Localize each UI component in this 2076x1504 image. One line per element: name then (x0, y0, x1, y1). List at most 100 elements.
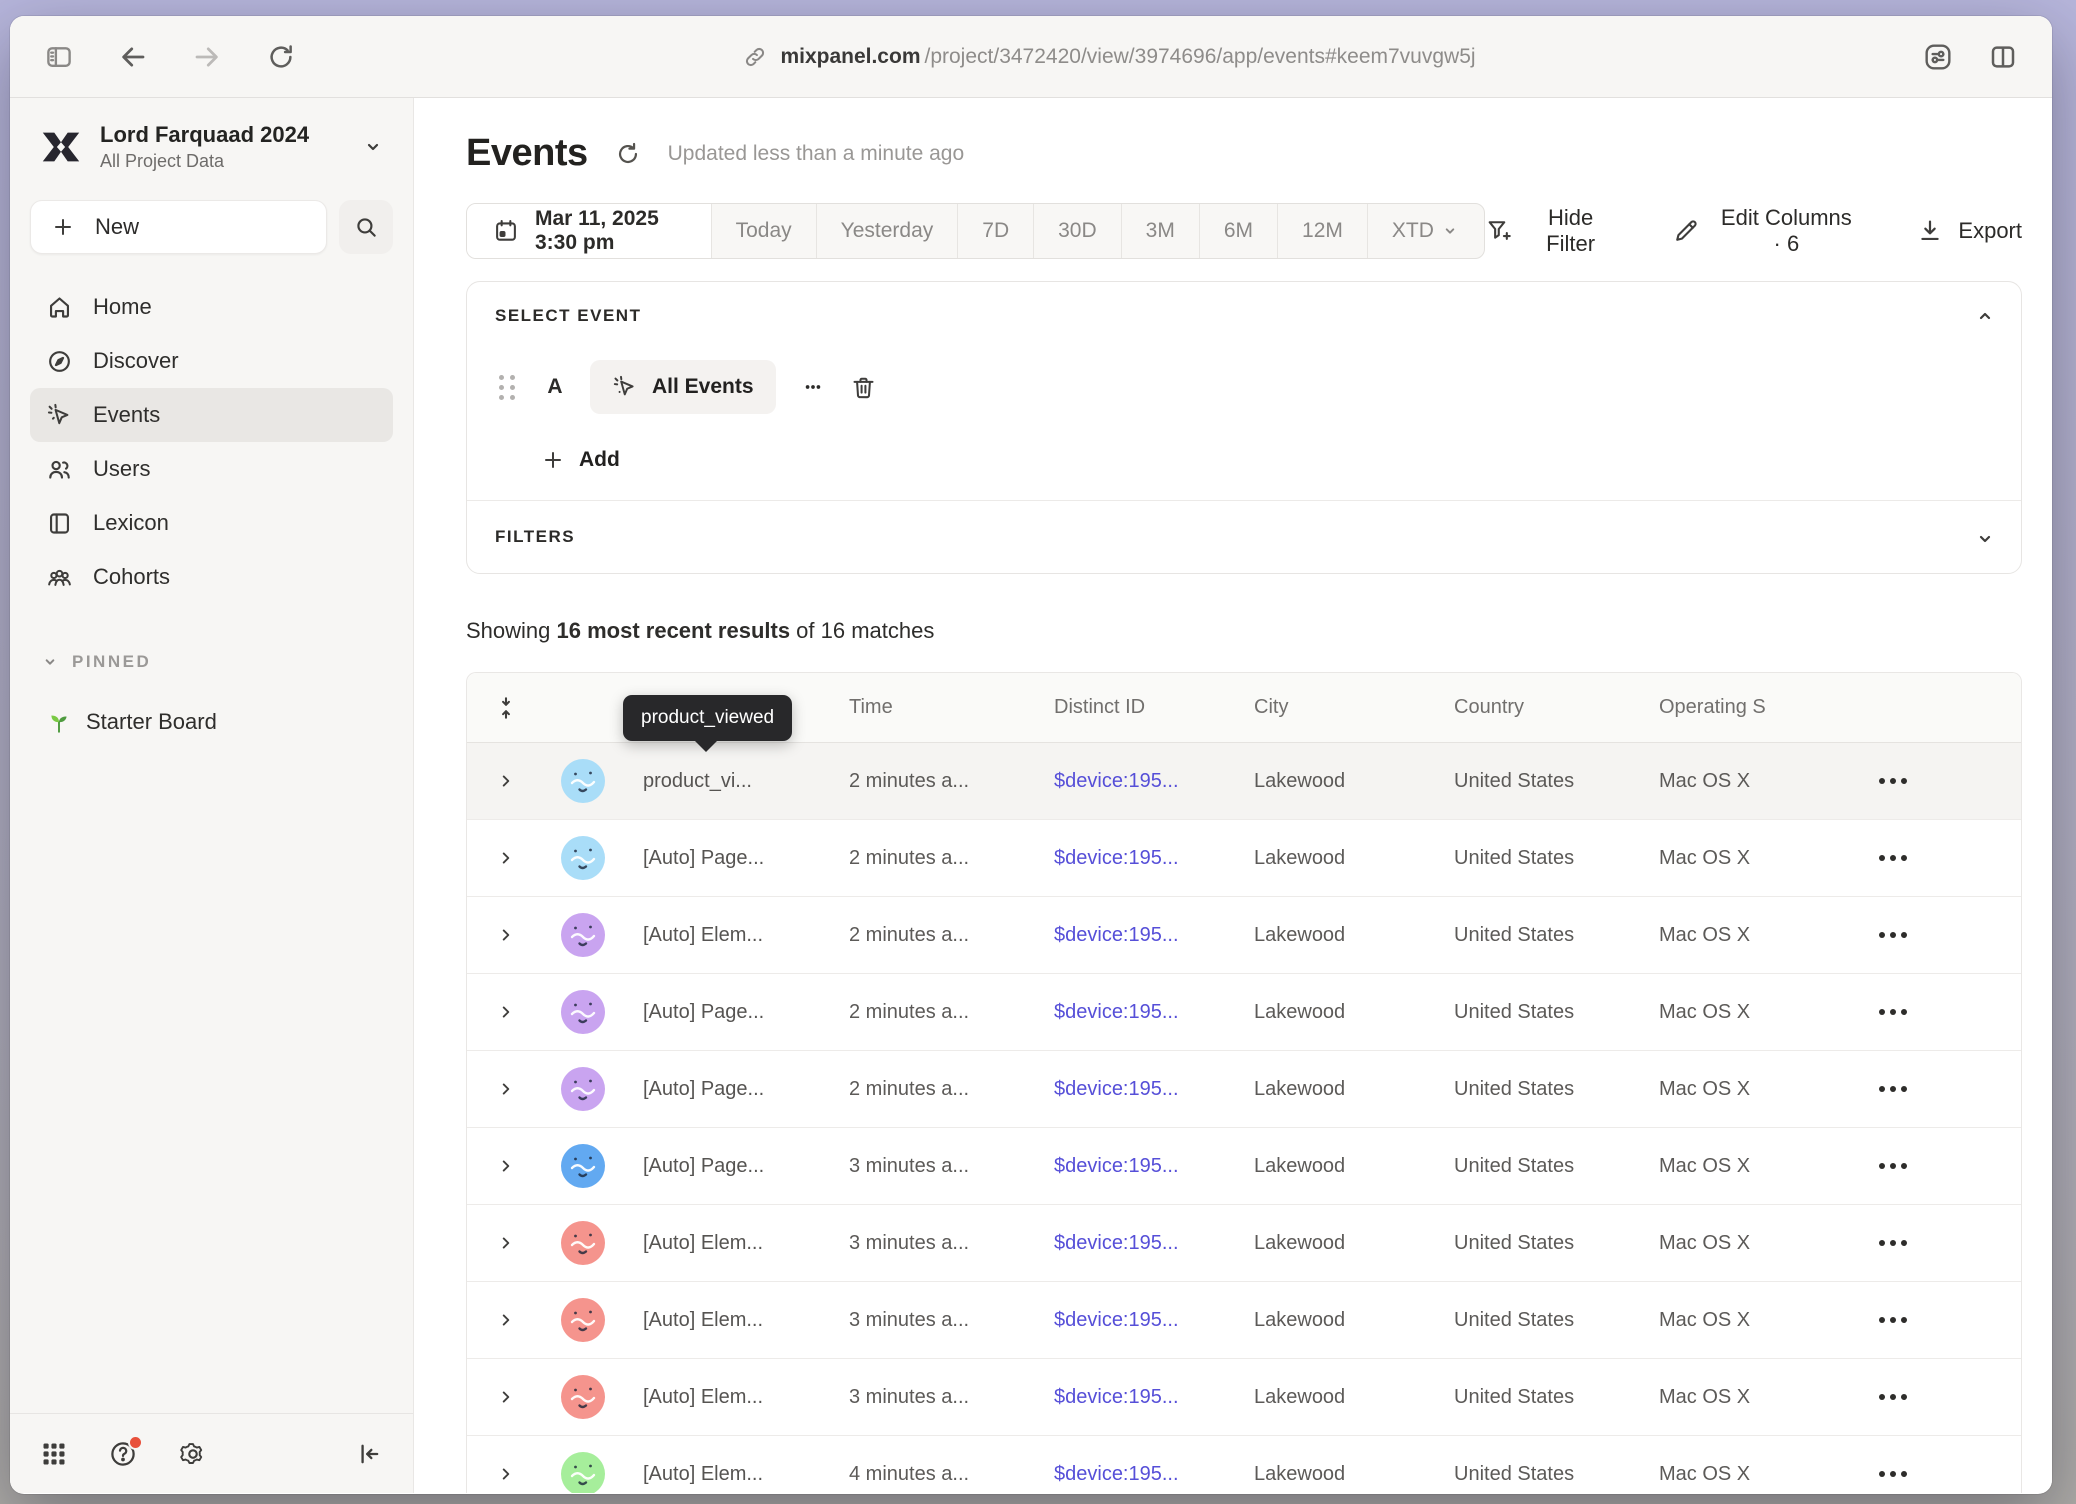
distinct-id-link[interactable]: $device:195... (1036, 1001, 1236, 1024)
city-cell: Lakewood (1236, 770, 1436, 793)
event-selector-chip[interactable]: All Events (590, 360, 776, 414)
export-button[interactable]: Export (1916, 217, 2022, 245)
row-menu-button[interactable] (1851, 778, 2021, 784)
column-header-time[interactable]: Time (831, 696, 1036, 719)
table-row[interactable]: [Auto] Page... 2 minutes a... $device:19… (467, 1051, 2021, 1128)
edit-columns-button[interactable]: Edit Columns · 6 (1672, 205, 1858, 257)
expand-row-button[interactable] (495, 1001, 517, 1023)
distinct-id-link[interactable]: $device:195... (1036, 1386, 1236, 1409)
row-menu-button[interactable] (1851, 1471, 2021, 1477)
pinned-section-toggle[interactable]: PINNED (30, 644, 393, 680)
sidebar-item-home[interactable]: Home (30, 280, 393, 334)
row-menu-button[interactable] (1851, 1394, 2021, 1400)
table-row[interactable]: [Auto] Elem... 3 minutes a... $device:19… (467, 1205, 2021, 1282)
sidebar-item-discover[interactable]: Discover (30, 334, 393, 388)
settings-button[interactable] (178, 1439, 208, 1469)
distinct-id-link[interactable]: $device:195... (1036, 1309, 1236, 1332)
search-icon (353, 214, 379, 240)
seedling-icon (46, 709, 72, 735)
table-row[interactable]: [Auto] Elem... 4 minutes a... $device:19… (467, 1436, 2021, 1493)
page-settings-button[interactable] (1922, 41, 1954, 73)
preset-7d[interactable]: 7D (958, 204, 1034, 258)
event-options-button[interactable] (800, 374, 826, 400)
split-view-button[interactable] (1988, 42, 2018, 72)
expand-row-button[interactable] (495, 924, 517, 946)
expand-row-button[interactable] (495, 1078, 517, 1100)
preset-6m[interactable]: 6M (1200, 204, 1278, 258)
distinct-id-link[interactable]: $device:195... (1036, 924, 1236, 947)
table-row[interactable]: [Auto] Page... 2 minutes a... $device:19… (467, 820, 2021, 897)
sidebar-item-cohorts[interactable]: Cohorts (30, 550, 393, 604)
chevron-right-icon (495, 1001, 517, 1023)
sidebar-footer (10, 1413, 413, 1493)
distinct-id-link[interactable]: $device:195... (1036, 847, 1236, 870)
row-menu-button[interactable] (1851, 1163, 2021, 1169)
row-menu-button[interactable] (1851, 1317, 2021, 1323)
reload-button[interactable] (266, 42, 296, 72)
preset-12m[interactable]: 12M (1278, 204, 1368, 258)
column-header-country[interactable]: Country (1436, 696, 1641, 719)
os-cell: Mac OS X (1641, 770, 1851, 793)
distinct-id-link[interactable]: $device:195... (1036, 1155, 1236, 1178)
preset-today[interactable]: Today (712, 204, 817, 258)
forward-button[interactable] (192, 42, 222, 72)
event-chip-label: All Events (652, 375, 754, 399)
address-bar[interactable]: mixpanel.com/project/3472420/view/397469… (296, 44, 1922, 70)
table-row[interactable]: [Auto] Page... 3 minutes a... $device:19… (467, 1128, 2021, 1205)
column-header-os[interactable]: Operating S (1641, 696, 1851, 719)
distinct-id-link[interactable]: $device:195... (1036, 1463, 1236, 1486)
row-menu-button[interactable] (1851, 932, 2021, 938)
date-picker-button[interactable]: Mar 11, 2025 3:30 pm (467, 204, 712, 258)
help-button[interactable] (108, 1439, 138, 1469)
expand-row-button[interactable] (495, 770, 517, 792)
row-menu-button[interactable] (1851, 1240, 2021, 1246)
custom-range-dropdown[interactable]: XTD (1368, 204, 1484, 258)
browser-sidebar-toggle-button[interactable] (44, 42, 74, 72)
refresh-button[interactable] (614, 140, 642, 168)
new-button[interactable]: New (30, 200, 327, 254)
collapse-section-button[interactable] (1973, 304, 1997, 328)
filter-plus-icon (1485, 217, 1513, 245)
book-icon (46, 510, 73, 537)
search-button[interactable] (339, 200, 393, 254)
apps-grid-button[interactable] (40, 1440, 68, 1468)
expand-row-button[interactable] (495, 1232, 517, 1254)
os-cell: Mac OS X (1641, 1078, 1851, 1101)
project-switcher[interactable]: Lord Farquaad 2024 All Project Data (30, 122, 393, 172)
column-header-distinct-id[interactable]: Distinct ID (1036, 696, 1236, 719)
distinct-id-link[interactable]: $device:195... (1036, 1078, 1236, 1101)
row-menu-button[interactable] (1851, 1009, 2021, 1015)
table-row[interactable]: [Auto] Elem... 3 minutes a... $device:19… (467, 1282, 2021, 1359)
hide-filter-button[interactable]: Hide Filter (1485, 205, 1614, 257)
sidebar-item-starter-board[interactable]: Starter Board (30, 698, 393, 746)
collapse-sidebar-button[interactable] (355, 1440, 383, 1468)
preset-30d[interactable]: 30D (1034, 204, 1122, 258)
sidebar-item-users[interactable]: Users (30, 442, 393, 496)
expand-row-button[interactable] (495, 1386, 517, 1408)
table-row[interactable]: [Auto] Elem... 2 minutes a... $device:19… (467, 897, 2021, 974)
table-row[interactable]: [Auto] Page... 2 minutes a... $device:19… (467, 974, 2021, 1051)
table-row[interactable]: product_vi... 2 minutes a... $device:195… (467, 743, 2021, 820)
city-cell: Lakewood (1236, 1001, 1436, 1024)
preset-3m[interactable]: 3M (1122, 204, 1200, 258)
preset-yesterday[interactable]: Yesterday (817, 204, 959, 258)
distinct-id-link[interactable]: $device:195... (1036, 1232, 1236, 1255)
distinct-id-link[interactable]: $device:195... (1036, 770, 1236, 793)
back-button[interactable] (118, 42, 148, 72)
drag-handle[interactable] (495, 371, 520, 404)
row-menu-button[interactable] (1851, 1086, 2021, 1092)
home-icon (46, 294, 73, 321)
row-menu-button[interactable] (1851, 855, 2021, 861)
expand-row-button[interactable] (495, 1463, 517, 1485)
expand-row-button[interactable] (495, 1309, 517, 1331)
delete-event-button[interactable] (850, 374, 877, 401)
add-event-button[interactable]: Add (541, 448, 620, 472)
column-header-city[interactable]: City (1236, 696, 1436, 719)
expand-row-button[interactable] (495, 1155, 517, 1177)
sidebar-item-lexicon[interactable]: Lexicon (30, 496, 393, 550)
expand-row-button[interactable] (495, 847, 517, 869)
table-row[interactable]: [Auto] Elem... 3 minutes a... $device:19… (467, 1359, 2021, 1436)
expand-filters-button[interactable] (1973, 527, 1997, 551)
collapse-all-rows-button[interactable] (493, 695, 519, 721)
sidebar-item-events[interactable]: Events (30, 388, 393, 442)
